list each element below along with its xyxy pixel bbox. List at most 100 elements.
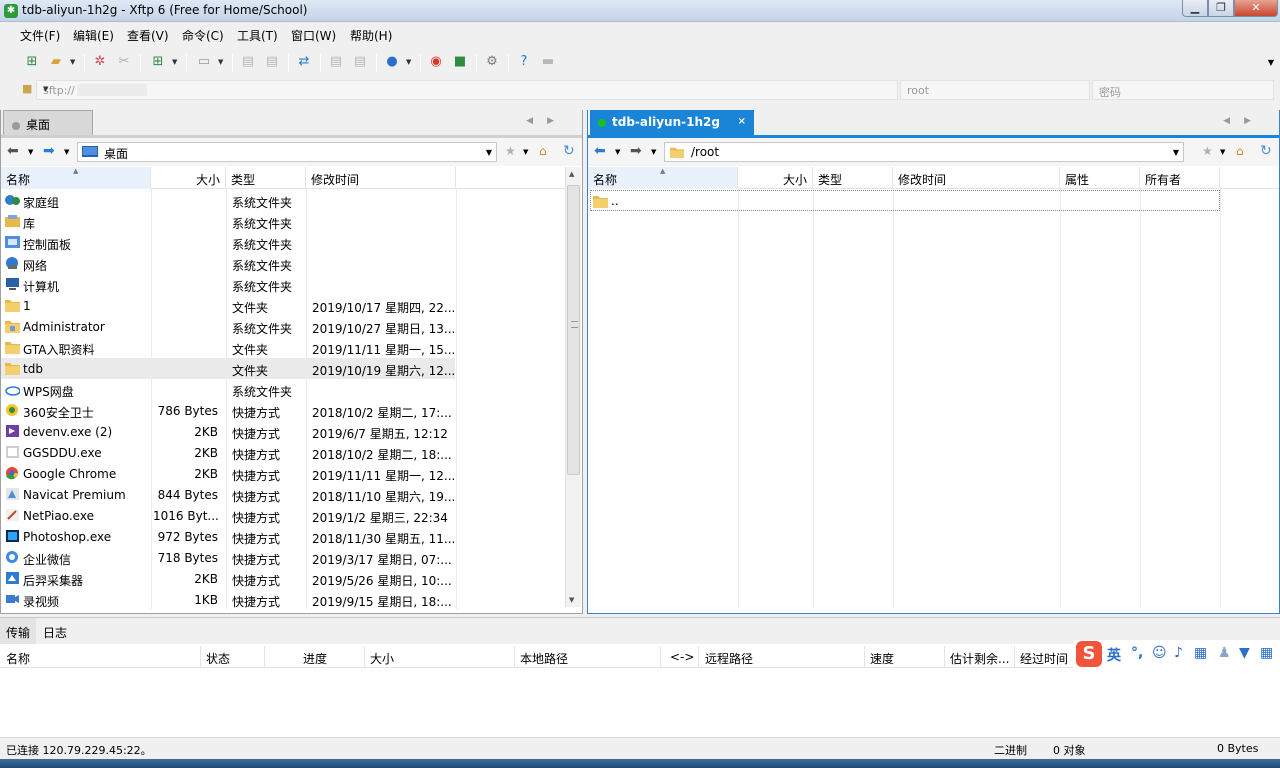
forward-arrow-icon[interactable]: ➡ (43, 143, 55, 159)
menu-help[interactable]: 帮助(H) (350, 27, 392, 44)
terminal-dropdown-icon[interactable]: ▼ (218, 58, 223, 66)
file-row[interactable]: GGSDDU.exe 2KB 快捷方式 2018/10/2 星期二, 18:... (1, 442, 455, 463)
transfer-col-remote-path[interactable]: 远程路径 (705, 650, 753, 667)
tab-log[interactable]: 日志 (37, 618, 73, 644)
host-address-field[interactable]: sftp:// ▼ (36, 80, 898, 100)
menu-edit[interactable]: 编辑(E) (73, 27, 114, 44)
encoding-dropdown-icon[interactable]: ▼ (406, 58, 411, 66)
download-icon[interactable]: ▤ (352, 54, 368, 70)
col-size[interactable]: 大小 (151, 167, 226, 189)
col-attributes[interactable]: 属性 (1060, 167, 1140, 189)
toolbox-grid-icon[interactable]: ▦ (1260, 645, 1273, 661)
close-tab-icon[interactable]: × (738, 116, 746, 127)
scroll-down-icon[interactable]: ▼ (569, 596, 574, 604)
tab-transfer[interactable]: 传输 (0, 618, 37, 644)
punctuation-icon[interactable]: °, (1131, 645, 1143, 661)
local-path-field[interactable]: 桌面 ▼ (77, 142, 497, 162)
help-icon[interactable]: ? (516, 54, 532, 70)
file-row[interactable]: WPS网盘 系统文件夹 (1, 379, 455, 400)
xshell-icon[interactable]: ◉ (428, 54, 444, 70)
forward-arrow-icon[interactable]: ➡ (630, 143, 642, 159)
upload-icon[interactable]: ▤ (328, 54, 344, 70)
home-icon[interactable]: ⌂ (539, 144, 547, 158)
transfer-col-eta[interactable]: 估计剩余... (950, 650, 1009, 667)
username-field[interactable]: root (900, 80, 1090, 100)
favorite-dropdown-icon[interactable]: ▼ (523, 148, 528, 156)
sogou-logo-icon[interactable]: S (1076, 641, 1102, 667)
menu-view[interactable]: 查看(V) (127, 27, 169, 44)
toolbar-overflow-icon[interactable]: ▼ (1268, 58, 1274, 67)
back-arrow-icon[interactable]: ⬅ (7, 143, 19, 159)
file-row[interactable]: Photoshop.exe 972 Bytes 快捷方式 2018/11/30 星期五… (1, 526, 455, 547)
home-icon[interactable]: ⌂ (1236, 144, 1244, 158)
file-row[interactable]: tdb 文件夹 2019/10/19 星期六, 12... (1, 358, 455, 379)
tab-scroll-arrows-icon[interactable]: ◀▶ (526, 116, 568, 126)
tab-desktop[interactable]: 桌面 (3, 110, 93, 135)
col-owner[interactable]: 所有者 (1140, 167, 1220, 189)
transfer-col-elapsed[interactable]: 经过时间 (1020, 650, 1068, 667)
parent-directory-row[interactable]: .. (590, 190, 1220, 211)
transfer-col-size[interactable]: 大小 (370, 650, 394, 667)
copy-icon[interactable]: ▤ (240, 54, 256, 70)
password-field[interactable]: 密码 (1092, 80, 1274, 100)
paste-icon[interactable]: ▤ (264, 54, 280, 70)
keyboard-icon[interactable]: ▦ (1194, 645, 1207, 661)
file-row[interactable]: Google Chrome 2KB 快捷方式 2019/11/11 星期一, 12..… (1, 463, 455, 484)
user-icon[interactable]: ♟ (1218, 645, 1231, 661)
globe-icon[interactable]: ● (384, 54, 400, 70)
ime-language-toggle[interactable]: 英 (1107, 645, 1121, 665)
file-row[interactable]: Navicat Premium 844 Bytes 快捷方式 2018/11/10 星… (1, 484, 455, 505)
file-row[interactable]: 控制面板 系统文件夹 (1, 232, 455, 253)
tab-remote-session[interactable]: tdb-aliyun-1h2g × (590, 110, 754, 135)
new-tab-dropdown-icon[interactable]: ▼ (172, 58, 177, 66)
emoji-icon[interactable]: ☺ (1152, 645, 1167, 661)
menu-tools[interactable]: 工具(T) (237, 27, 278, 44)
disconnect-icon[interactable]: ✂ (116, 54, 132, 70)
terminal-icon[interactable]: ▭ (196, 54, 212, 70)
file-row[interactable]: 计算机 系统文件夹 (1, 274, 455, 295)
refresh-icon[interactable]: ↻ (1260, 143, 1272, 159)
file-row[interactable]: devenv.exe (2) 2KB 快捷方式 2019/6/7 星期五, 12:12 (1, 421, 455, 442)
file-row[interactable]: 网络 系统文件夹 (1, 253, 455, 274)
favorite-star-icon[interactable]: ★ (1202, 144, 1213, 158)
new-tab-icon[interactable]: ⊞ (150, 54, 166, 70)
refresh-icon[interactable]: ↻ (563, 143, 575, 159)
microphone-icon[interactable]: ♪ (1174, 645, 1183, 661)
xftp-icon[interactable]: ■ (452, 54, 468, 70)
sync-icon[interactable]: ⇄ (296, 54, 312, 70)
file-row[interactable]: 录视频 1KB 快捷方式 2019/9/15 星期日, 18:... (1, 589, 455, 610)
open-folder-icon[interactable]: ▰ (48, 54, 64, 70)
remote-path-field[interactable]: /root ▼ (664, 142, 1184, 162)
col-modified[interactable]: 修改时间 (893, 167, 1060, 189)
file-row[interactable]: 库 系统文件夹 (1, 211, 455, 232)
file-row[interactable]: 家庭组 系统文件夹 (1, 190, 455, 211)
ime-toolbar[interactable]: S 英 °, ☺ ♪ ▦ ♟ ▼ ▦ (1074, 640, 1280, 668)
local-vertical-scrollbar[interactable]: ▲ ▼ (565, 167, 581, 607)
transfer-col-direction[interactable]: <-> (670, 650, 694, 664)
col-type[interactable]: 类型 (813, 167, 893, 189)
back-dropdown-icon[interactable]: ▼ (28, 148, 33, 156)
skin-shirt-icon[interactable]: ▼ (1239, 645, 1250, 661)
favorite-star-icon[interactable]: ★ (505, 144, 516, 158)
transfer-col-speed[interactable]: 速度 (870, 650, 894, 667)
back-dropdown-icon[interactable]: ▼ (615, 148, 620, 156)
close-button[interactable]: ✕ (1234, 0, 1278, 17)
file-row[interactable]: 后羿采集器 2KB 快捷方式 2019/5/26 星期日, 10:... (1, 568, 455, 589)
transfer-col-name[interactable]: 名称 (6, 650, 30, 667)
chevron-down-icon[interactable]: ▼ (43, 85, 893, 93)
chevron-down-icon[interactable]: ▼ (486, 148, 492, 157)
scroll-thumb[interactable] (567, 185, 580, 475)
file-row[interactable]: GTA入职资料 文件夹 2019/11/11 星期一, 15... (1, 337, 455, 358)
file-row[interactable]: 360安全卫士 786 Bytes 快捷方式 2018/10/2 星期二, 17:..… (1, 400, 455, 421)
forward-dropdown-icon[interactable]: ▼ (64, 148, 69, 156)
file-row[interactable]: 企业微信 718 Bytes 快捷方式 2019/3/17 星期日, 07:... (1, 547, 455, 568)
reconnect-icon[interactable]: ✲ (92, 54, 108, 70)
menu-command[interactable]: 命令(C) (182, 27, 224, 44)
file-row[interactable]: NetPiao.exe 1016 Byt... 快捷方式 2019/1/2 星期三, … (1, 505, 455, 526)
file-row[interactable]: 1 文件夹 2019/10/17 星期四, 22... (1, 295, 455, 316)
menu-file[interactable]: 文件(F) (20, 27, 60, 44)
new-session-icon[interactable]: ⊞ (24, 54, 40, 70)
col-size[interactable]: 大小 (738, 167, 813, 189)
minimize-button[interactable]: ▁ (1182, 0, 1208, 17)
back-arrow-icon[interactable]: ⬅ (594, 143, 606, 159)
